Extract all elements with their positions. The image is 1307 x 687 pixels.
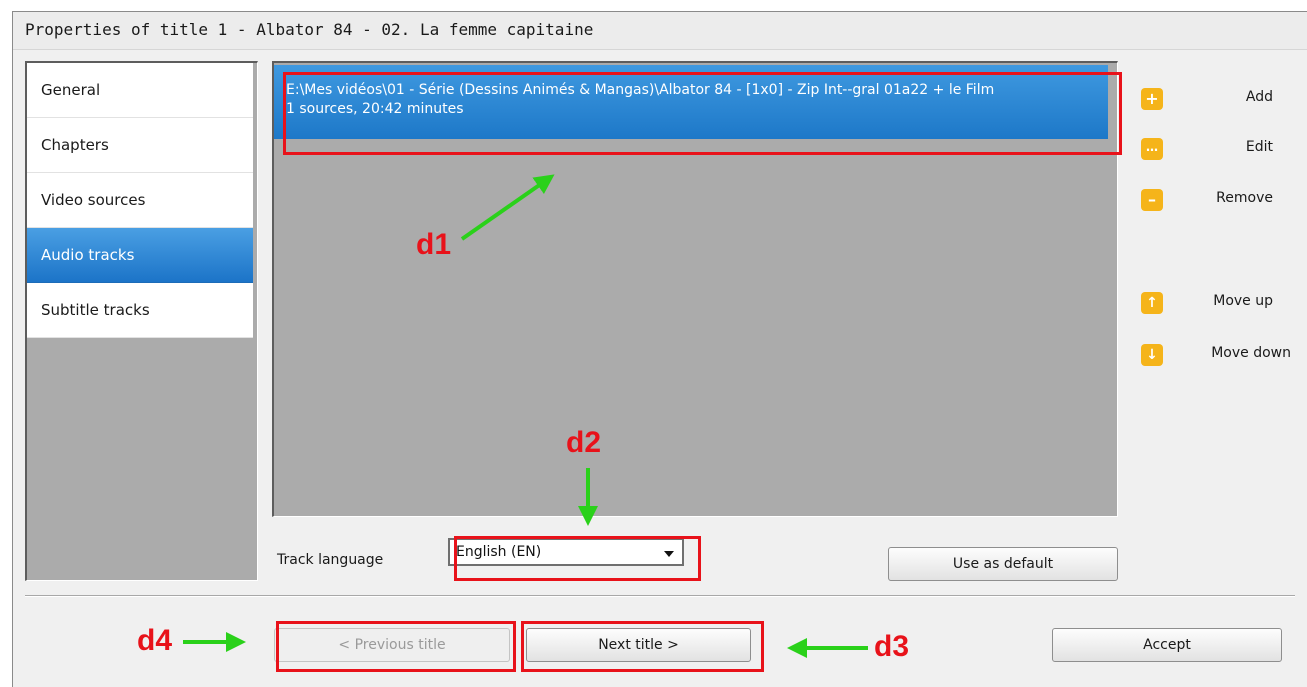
move-down-button[interactable]: ↓ Move down: [1141, 342, 1291, 368]
nav-item-general[interactable]: General: [27, 63, 253, 118]
track-info: 1 sources, 20:42 minutes: [286, 101, 464, 117]
previous-title-button[interactable]: < Previous title: [274, 628, 510, 662]
edit-button[interactable]: … Edit: [1141, 136, 1291, 162]
track-language-select[interactable]: English (EN): [448, 538, 684, 566]
nav-item-audio-tracks[interactable]: Audio tracks: [27, 228, 253, 283]
move-down-label: Move down: [1211, 345, 1291, 361]
nav-item-chapters[interactable]: Chapters: [27, 118, 253, 173]
add-button[interactable]: + Add: [1141, 86, 1291, 112]
add-label: Add: [1245, 89, 1273, 105]
minus-icon: –: [1141, 189, 1163, 211]
track-language-value: English (EN): [456, 544, 542, 560]
move-up-label: Move up: [1213, 293, 1273, 309]
plus-icon: +: [1141, 88, 1163, 110]
nav-item-video-sources[interactable]: Video sources: [27, 173, 253, 228]
section-nav: General Chapters Video sources Audio tra…: [25, 61, 258, 581]
track-language-label: Track language: [277, 552, 384, 568]
arrow-up-icon: ↑: [1141, 292, 1163, 314]
ellipsis-icon: …: [1141, 138, 1163, 160]
next-title-button[interactable]: Next title >: [526, 628, 751, 662]
track-path: E:\Mes vidéos\01 - Série (Dessins Animés…: [286, 82, 995, 98]
use-as-default-button[interactable]: Use as default: [888, 547, 1118, 581]
audio-track-list[interactable]: E:\Mes vidéos\01 - Série (Dessins Animés…: [272, 61, 1118, 517]
track-row[interactable]: E:\Mes vidéos\01 - Série (Dessins Animés…: [274, 65, 1108, 139]
edit-label: Edit: [1245, 139, 1273, 155]
window-title: Properties of title 1 - Albator 84 - 02.…: [25, 20, 594, 39]
nav-item-subtitle-tracks[interactable]: Subtitle tracks: [27, 283, 253, 338]
remove-button[interactable]: – Remove: [1141, 187, 1291, 213]
accept-button[interactable]: Accept: [1052, 628, 1282, 662]
remove-label: Remove: [1216, 190, 1273, 206]
separator: [25, 595, 1295, 597]
title-bar: Properties of title 1 - Albator 84 - 02.…: [13, 12, 1307, 50]
chevron-down-icon: [664, 551, 674, 557]
move-up-button[interactable]: ↑ Move up: [1141, 290, 1291, 316]
arrow-down-icon: ↓: [1141, 344, 1163, 366]
